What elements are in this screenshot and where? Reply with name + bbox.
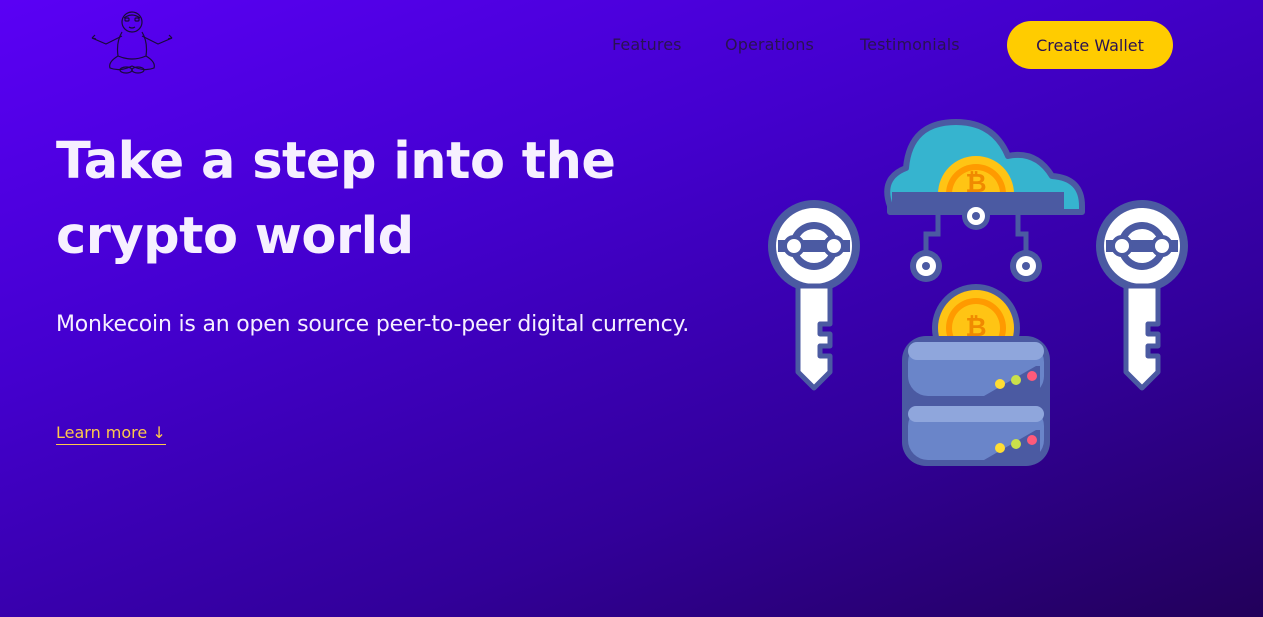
nav-link-features[interactable]: Features [612,35,682,54]
create-wallet-button[interactable]: Create Wallet [1007,21,1173,69]
hero-subtitle: Monkecoin is an open source peer-to-peer… [56,312,690,337]
nav-link-testimonials[interactable]: Testimonials [860,35,960,54]
hero-title: Take a step into the crypto world [56,132,616,266]
learn-more-link[interactable]: Learn more ↓ [56,423,166,445]
main-nav: Features Operations Testimonials Create … [0,21,1263,69]
nav-link-operations[interactable]: Operations [725,35,814,54]
crypto-illustration-icon: ₿ ₿ [762,114,1194,474]
